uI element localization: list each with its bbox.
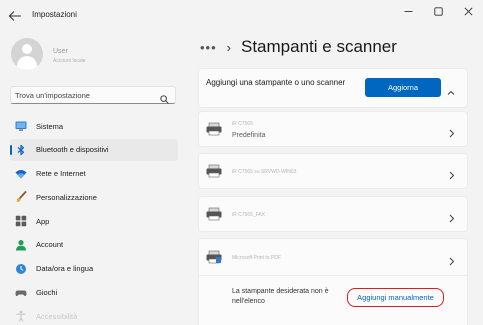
printer-icon: [206, 122, 222, 136]
sidebar-item-label: Rete e Internet: [36, 169, 86, 179]
sidebar-item-giochi[interactable]: Giochi: [10, 282, 178, 304]
back-arrow-icon[interactable]: [8, 9, 22, 21]
avatar: [11, 38, 43, 70]
user-account-type: Account locale: [53, 58, 86, 64]
add-manually-link[interactable]: Aggiungi manualmente: [347, 288, 444, 307]
minimize-icon: [404, 3, 413, 21]
window-controls: [393, 0, 483, 24]
gamepad-icon: [15, 287, 27, 299]
printer-name[interactable]: Microsoft Print to PDF: [232, 255, 281, 261]
printer-row[interactable]: iR C7565 su SRVWD-WIN03: [198, 153, 468, 189]
apps-icon: [15, 215, 27, 227]
add-printer-text: Aggiungi una stampante o uno scanner: [206, 78, 346, 87]
printer-status: Predefinita: [232, 132, 266, 139]
add-printer-card: Aggiungi una stampante o uno scanner Agg…: [198, 68, 468, 108]
search-icon[interactable]: [160, 91, 169, 104]
sidebar-item-label: Account: [36, 240, 64, 250]
sidebar-item-label: Accessibilità: [36, 311, 78, 321]
divider: [199, 275, 467, 276]
accessibility-icon: [15, 310, 27, 323]
sidebar-item-personalizzazione[interactable]: Personalizzazione: [10, 186, 178, 208]
chevron-right-icon: [448, 125, 455, 138]
breadcrumb-separator: ›: [226, 39, 231, 55]
sidebar-item-account[interactable]: Account: [10, 234, 178, 256]
page-title: Stampanti e scanner: [241, 37, 397, 56]
breadcrumb: ••• › Stampanti e scanner: [200, 36, 397, 58]
maximize-icon: [433, 3, 443, 21]
user-profile[interactable]: User Account locale: [11, 38, 181, 70]
monitor-icon: [15, 120, 27, 132]
sidebar-item-accessibilita[interactable]: Accessibilità: [10, 305, 178, 325]
printer-name: iR C7565: [232, 121, 253, 127]
account-icon: [15, 239, 27, 251]
sidebar-item-sistema[interactable]: Sistema: [10, 115, 178, 137]
nav-menu: Sistema Bluetooth e dispositivi Rete e I…: [10, 115, 180, 325]
brush-icon: [15, 191, 27, 203]
sidebar-item-label: Personalizzazione: [36, 192, 97, 202]
sidebar-item-label: Bluetooth e dispositivi: [36, 145, 109, 155]
title-bar: Impostazioni: [0, 0, 483, 30]
printer-row[interactable]: iR C7565_FAX: [198, 196, 468, 232]
printer-icon: [206, 250, 222, 264]
minimize-button[interactable]: [393, 0, 423, 24]
close-icon: [463, 3, 473, 21]
search-box[interactable]: [10, 86, 176, 104]
close-button[interactable]: [453, 0, 483, 24]
printer-row-expanded: Microsoft Print to PDF La stampante desi…: [198, 238, 468, 325]
wifi-icon: [15, 168, 27, 180]
sidebar-item-data-ora[interactable]: Data/ora e lingua: [10, 258, 178, 280]
chevron-up-icon[interactable]: [447, 84, 455, 95]
chevron-right-icon[interactable]: [448, 253, 455, 266]
bluetooth-icon: [15, 144, 27, 156]
sidebar: User Account locale Sistema Bluetooth e …: [0, 30, 190, 325]
maximize-button[interactable]: [423, 0, 453, 24]
sidebar-item-label: App: [36, 216, 50, 226]
globe-clock-icon: [15, 263, 27, 275]
sidebar-item-rete[interactable]: Rete e Internet: [10, 163, 178, 185]
sidebar-item-bluetooth[interactable]: Bluetooth e dispositivi: [10, 138, 178, 161]
sidebar-item-label: Sistema: [36, 121, 64, 131]
breadcrumb-overflow-button[interactable]: •••: [200, 40, 217, 55]
printer-not-listed-text: La stampante desiderata non è nell'elenc…: [232, 288, 329, 305]
user-name: User: [53, 48, 68, 55]
app-title: Impostazioni: [32, 10, 77, 19]
printer-row[interactable]: iR C7565 Predefinita: [198, 111, 468, 147]
printer-icon: [206, 164, 222, 178]
chevron-right-icon: [448, 167, 455, 180]
sidebar-item-label: Data/ora e lingua: [36, 264, 94, 274]
chevron-right-icon: [448, 210, 455, 223]
search-input[interactable]: [15, 88, 155, 102]
printer-name: iR C7565_FAX: [232, 212, 266, 218]
printer-name: iR C7565 su SRVWD-WIN03: [232, 169, 297, 175]
sidebar-item-label: Giochi: [36, 288, 58, 298]
sidebar-item-app[interactable]: App: [10, 210, 178, 232]
printer-icon: [206, 207, 222, 221]
refresh-button[interactable]: Aggiorna: [365, 78, 441, 97]
